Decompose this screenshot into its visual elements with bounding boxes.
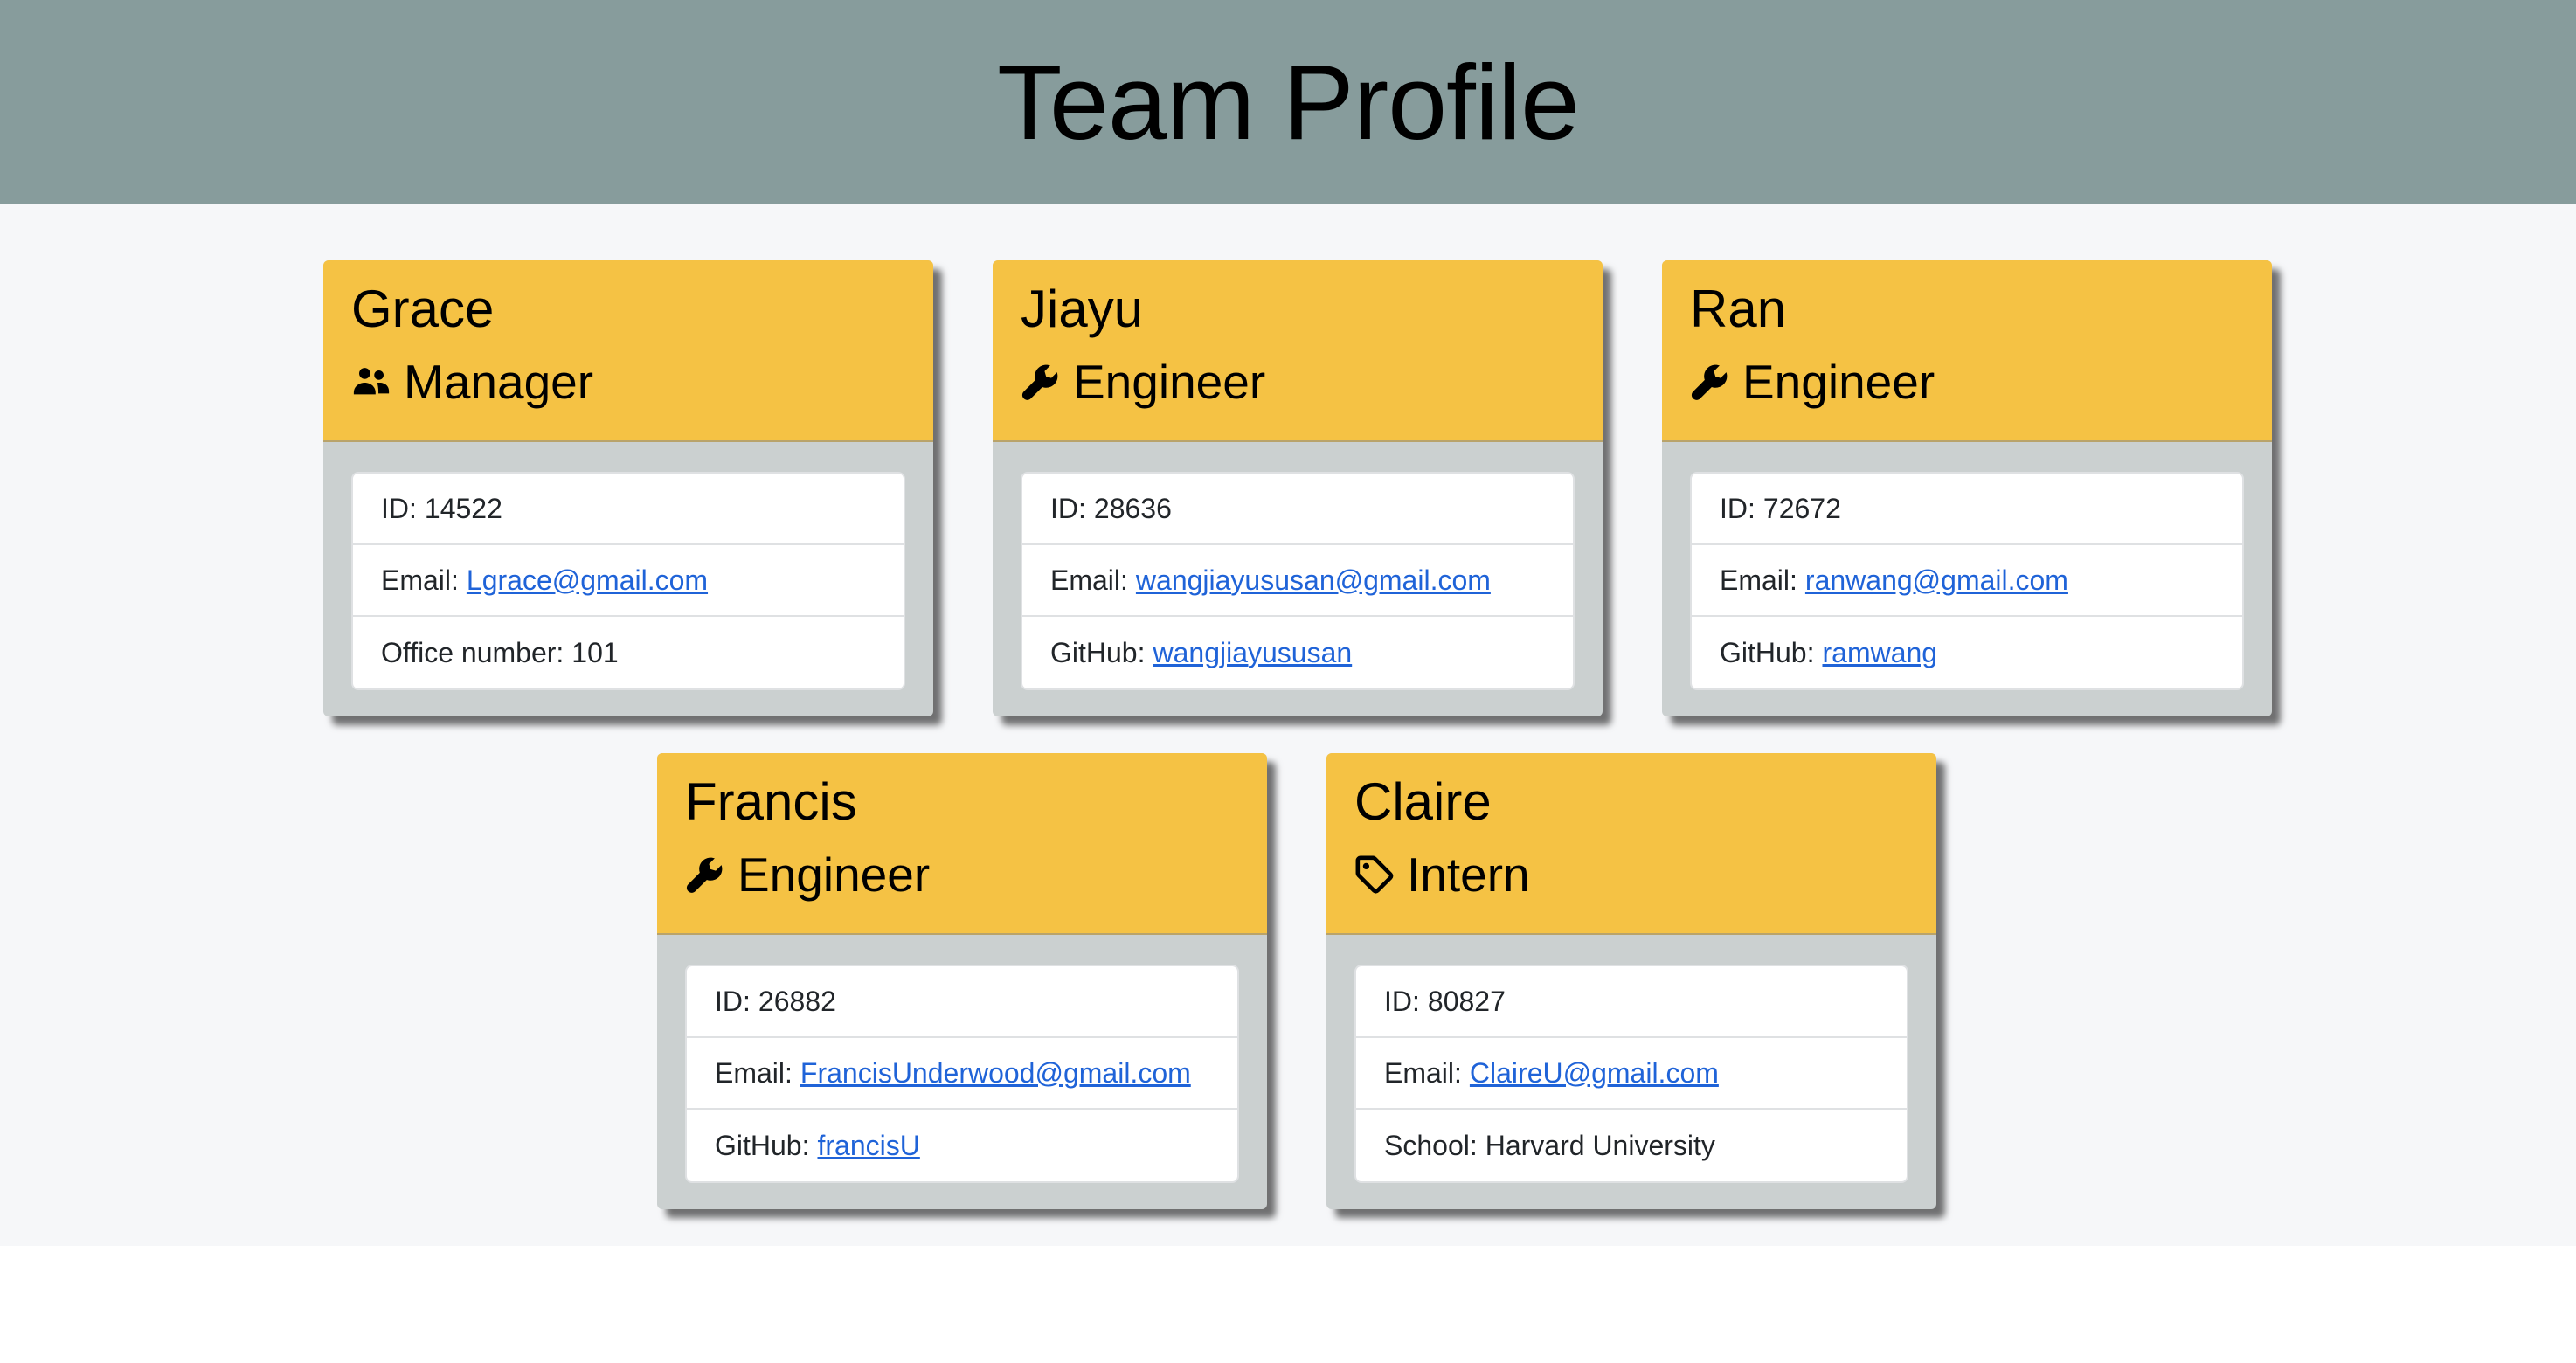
id-label: ID: [381,492,417,524]
github-label: GitHub: [1720,636,1815,668]
id-label: ID: [1384,985,1420,1017]
page-title: Team Profile [996,43,1580,162]
email-label: Email: [1384,1056,1462,1089]
employee-card-francis: Francis Engineer ID: 26882 Email: Franci… [657,753,1267,1209]
employee-id-row: ID: 72672 [1692,474,2242,545]
employee-name: Francis [685,772,857,831]
employee-card-grace: Grace Manager ID: 14522 Email: Lgrace@gm… [323,260,933,716]
role-label: Engineer [1073,355,1266,409]
employee-details-list: ID: 14522 Email: Lgrace@gmail.com Office… [351,472,905,690]
school-row: School: Harvard University [1356,1110,1907,1181]
employee-card-claire: Claire Intern ID: 80827 Email: ClaireU@g… [1326,753,1936,1209]
employee-role: Engineer [1690,353,2244,411]
employee-name: Ran [1690,280,1787,338]
employee-role: Manager [351,353,905,411]
email-link[interactable]: FrancisUnderwood@gmail.com [800,1057,1191,1090]
employee-details-list: ID: 80827 Email: ClaireU@gmail.com Schoo… [1354,965,1908,1183]
wrench-icon [1021,362,1061,402]
email-label: Email: [715,1056,793,1089]
school-value: Harvard University [1485,1129,1715,1161]
github-row: GitHub: wangjiayususan [1022,617,1573,688]
id-label: ID: [715,985,751,1017]
id-label: ID: [1050,492,1086,524]
team-cards-area: Grace Manager ID: 14522 Email: Lgrace@gm… [0,204,2576,1246]
office-number-value: 101 [571,636,619,668]
id-label: ID: [1720,492,1755,524]
email-link[interactable]: ClaireU@gmail.com [1470,1057,1719,1090]
employee-role: Engineer [1021,353,1575,411]
github-label: GitHub: [715,1129,810,1161]
github-link[interactable]: ramwang [1822,637,1937,669]
employee-card-ran: Ran Engineer ID: 72672 Email: ranwang@gm… [1662,260,2272,716]
id-value: 26882 [758,985,836,1017]
github-link[interactable]: francisU [817,1130,919,1162]
employee-name: Jiayu [1021,280,1144,338]
card-header: Ran Engineer [1662,260,2272,442]
email-link[interactable]: ranwang@gmail.com [1805,564,2068,597]
office-number-label: Office number: [381,636,564,668]
employee-role: Intern [1354,846,1908,903]
email-link[interactable]: wangjiayususan@gmail.com [1136,564,1491,597]
employee-details-list: ID: 72672 Email: ranwang@gmail.com GitHu… [1690,472,2244,690]
users-icon [351,362,391,402]
email-label: Email: [1050,564,1128,596]
employee-name: Grace [351,280,495,338]
employee-email-row: Email: FrancisUnderwood@gmail.com [687,1038,1237,1110]
role-label: Intern [1407,848,1530,902]
id-value: 28636 [1093,492,1172,524]
github-row: GitHub: ramwang [1692,617,2242,688]
tag-icon [1354,854,1395,895]
employee-details-list: ID: 26882 Email: FrancisUnderwood@gmail.… [685,965,1239,1183]
email-label: Email: [1720,564,1797,596]
employee-id-row: ID: 28636 [1022,474,1573,545]
employee-email-row: Email: ClaireU@gmail.com [1356,1038,1907,1110]
employee-card-jiayu: Jiayu Engineer ID: 28636 Email: wangjiay… [993,260,1603,716]
card-header: Francis Engineer [657,753,1267,935]
employee-id-row: ID: 26882 [687,966,1237,1038]
wrench-icon [685,854,725,895]
office-number-row: Office number: 101 [353,617,904,688]
employee-id-row: ID: 14522 [353,474,904,545]
employee-name: Claire [1354,772,1492,831]
page-header: Team Profile [0,0,2576,204]
employee-details-list: ID: 28636 Email: wangjiayususan@gmail.co… [1021,472,1575,690]
card-header: Jiayu Engineer [993,260,1603,442]
email-link[interactable]: Lgrace@gmail.com [467,564,708,597]
employee-email-row: Email: wangjiayususan@gmail.com [1022,545,1573,617]
id-value: 14522 [424,492,502,524]
role-label: Manager [404,355,594,409]
employee-role: Engineer [685,846,1239,903]
github-link[interactable]: wangjiayususan [1153,637,1352,669]
employee-email-row: Email: ranwang@gmail.com [1692,545,2242,617]
wrench-icon [1690,362,1730,402]
id-value: 72672 [1762,492,1841,524]
role-label: Engineer [737,848,931,902]
email-label: Email: [381,564,459,596]
card-header: Grace Manager [323,260,933,442]
school-label: School: [1384,1129,1478,1161]
employee-email-row: Email: Lgrace@gmail.com [353,545,904,617]
employee-id-row: ID: 80827 [1356,966,1907,1038]
github-row: GitHub: francisU [687,1110,1237,1181]
role-label: Engineer [1742,355,1935,409]
id-value: 80827 [1427,985,1506,1017]
github-label: GitHub: [1050,636,1146,668]
card-header: Claire Intern [1326,753,1936,935]
